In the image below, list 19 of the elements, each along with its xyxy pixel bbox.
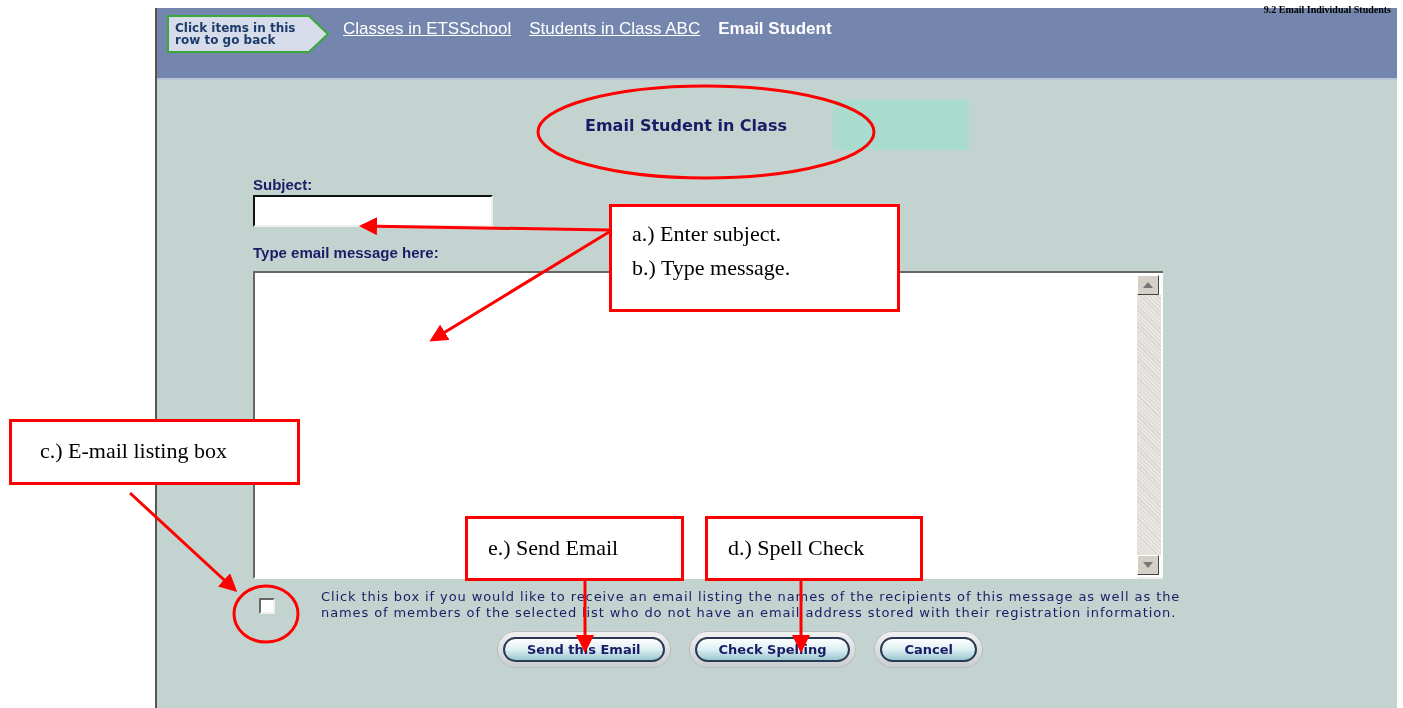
callout-text: b.) Type message. <box>632 254 792 282</box>
callout-text: c.) E-mail listing box <box>40 437 228 465</box>
breadcrumb-hint: Click items in this row to go back <box>167 15 329 53</box>
scroll-up-icon[interactable] <box>1137 275 1159 295</box>
callout-text: a.) Enter subject. <box>632 220 783 248</box>
message-label: Type email message here: <box>253 244 440 261</box>
action-button[interactable]: Cancel <box>874 631 984 668</box>
subject-field[interactable] <box>253 195 493 227</box>
scrollbar[interactable] <box>1137 271 1163 579</box>
breadcrumb-link[interactable]: Students in Class ABC <box>529 19 701 39</box>
callout-text: d.) Spell Check <box>728 534 866 562</box>
callout-text: e.) Send Email <box>488 534 620 562</box>
highlight-ellipse <box>232 584 300 644</box>
checkbox[interactable] <box>259 598 275 614</box>
subject-label: Subject: <box>253 176 314 193</box>
page-title: Email Student in Class <box>584 115 787 135</box>
scroll-down-icon[interactable] <box>1137 555 1159 575</box>
breadcrumb-link[interactable]: Classes in ETSSchool <box>343 19 512 39</box>
breadcrumb-current: Email Student <box>718 19 832 39</box>
